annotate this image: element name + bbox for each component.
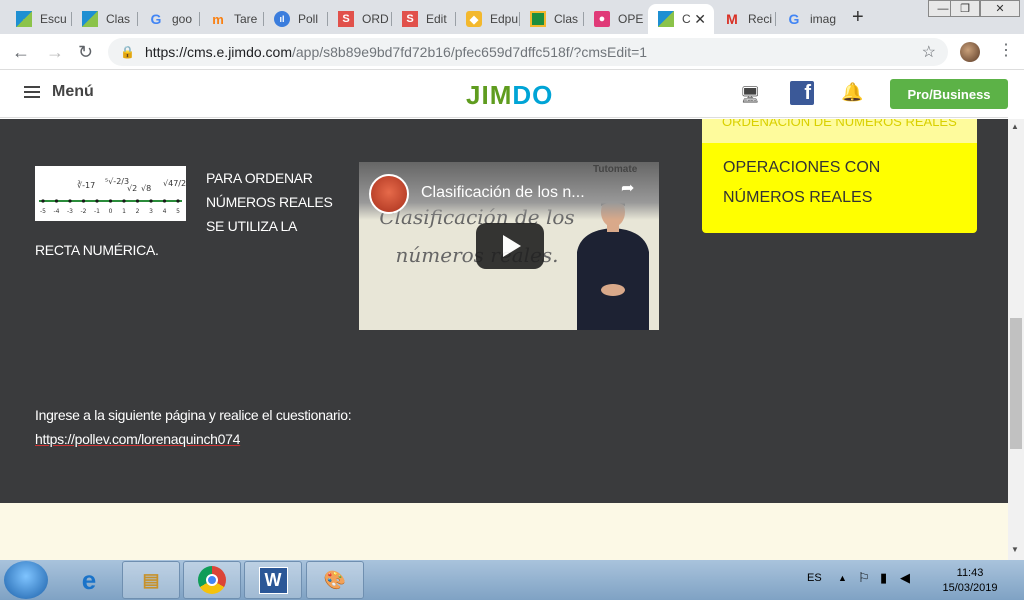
system-tray: ES ▲ ⚐ ▮ ◀ 11:43 15/03/2019 — [800, 560, 1024, 600]
youtube-video-embed[interactable]: Clasificación de los números reales. Cla… — [359, 162, 659, 330]
url-host: https://cms.e.jimdo.com — [144, 44, 292, 60]
start-button[interactable] — [4, 561, 48, 599]
page-content: -5 -4 -3 -2 -1 0 1 2 3 4 5 ∛-17 ⁵√-2/3 √2 √8 √47/2… — [0, 119, 1008, 503]
pro-business-button[interactable]: Pro/Business — [890, 79, 1008, 109]
restore-icon[interactable]: ❐ — [950, 0, 980, 17]
s-icon: S — [402, 11, 418, 27]
s-icon: S — [338, 11, 354, 27]
jimdo-icon — [658, 11, 674, 27]
google-icon: G — [150, 11, 162, 27]
back-icon[interactable]: ← — [12, 42, 30, 63]
quiz-paragraph: Ingrese a la siguiente página y realice … — [35, 407, 352, 447]
share-icon[interactable]: ➦ — [621, 178, 634, 198]
tab-strip: Escu Clas Ggoo m Tare ıl Poll S ORD S Edit ◆… — [0, 0, 1024, 34]
pollev-icon: ıl — [274, 11, 290, 27]
kebab-menu-icon[interactable]: ⋮ — [998, 40, 1014, 60]
language-indicator[interactable]: ES — [807, 572, 822, 584]
scroll-down-icon[interactable]: ▼ — [1011, 545, 1019, 554]
windows-taskbar: e ▤ W 🎨 ES ▲ ⚐ ▮ ◀ 11:43 15/03/2019 — [0, 560, 1024, 600]
word-icon[interactable]: W — [244, 561, 302, 599]
facebook-icon[interactable]: f — [790, 81, 814, 105]
page-footer-area — [0, 503, 1008, 560]
new-tab-icon[interactable]: + — [852, 6, 864, 29]
internet-explorer-icon[interactable]: e — [60, 561, 118, 599]
video-brand: Tutomate — [593, 164, 638, 175]
network-icon[interactable]: ▮ — [880, 570, 887, 586]
browser-tab-active[interactable]: C ✕ — [648, 4, 714, 34]
close-window-icon[interactable]: ✕ — [980, 0, 1020, 17]
browser-tab[interactable]: Gimag — [776, 4, 842, 34]
number-line-paragraph: PARA ORDENAR NÚMEROS REALES SE UTILIZA L… — [35, 170, 333, 258]
browser-tab[interactable]: Clas — [520, 4, 584, 34]
tray-expand-icon[interactable]: ▲ — [838, 573, 847, 583]
browser-tab[interactable]: ● OPE — [584, 4, 648, 34]
action-center-icon[interactable]: ⚐ — [858, 570, 870, 586]
browser-toolbar: ← → ↻ 🔒 https://cms.e.jimdo.com/app/s8b8… — [0, 34, 1024, 70]
jimdo-icon — [16, 11, 32, 27]
clock[interactable]: 11:43 15/03/2019 — [940, 566, 1000, 596]
avatar[interactable] — [960, 42, 980, 62]
google-icon: G — [788, 11, 800, 27]
browser-tab[interactable]: Clas — [72, 4, 138, 34]
sidebar-item-operaciones[interactable]: OPERACIONES CON NÚMEROS REALES — [723, 153, 963, 213]
lock-icon: 🔒 — [120, 45, 135, 59]
sidebar-item-faded[interactable]: ORDENACIÓN DE NÚMEROS REALES — [702, 119, 977, 143]
browser-tab[interactable]: ıl Poll — [264, 4, 328, 34]
jimdo-header: Menú JIMDO 🖥 f 🔔 Pro/Business — [0, 70, 1008, 118]
close-tab-icon[interactable]: ✕ — [694, 11, 706, 28]
file-explorer-icon[interactable]: ▤ — [122, 561, 180, 599]
browser-tab[interactable]: m Tare — [200, 4, 264, 34]
scrollbar[interactable]: ▲ ▼ — [1008, 119, 1024, 560]
browser-tab[interactable]: S Edit — [392, 4, 456, 34]
paint-icon[interactable]: 🎨 — [306, 561, 364, 599]
address-bar[interactable]: 🔒 https://cms.e.jimdo.com/app/s8b89e9bd7… — [108, 38, 948, 66]
browser-tab[interactable]: S ORD — [328, 4, 392, 34]
moodle-icon: m — [212, 11, 224, 27]
gmail-icon: M — [726, 11, 738, 27]
video-title[interactable]: Clasificación de los n... — [421, 184, 585, 202]
bell-icon[interactable]: 🔔 — [841, 82, 863, 103]
scroll-up-icon[interactable]: ▲ — [1011, 122, 1019, 131]
desktop-preview-icon[interactable]: 🖥 — [740, 85, 760, 105]
tomato-logo-icon — [369, 174, 409, 214]
bookmark-star-icon[interactable]: ☆ — [922, 42, 936, 62]
edpuzzle-icon: ◆ — [466, 11, 482, 27]
pollev-link[interactable]: https://pollev.com/lorenaquinch074 — [35, 431, 240, 447]
ope-icon: ● — [594, 11, 610, 27]
play-button[interactable] — [476, 223, 544, 269]
url-path: /app/s8b89e9bd7fd72b16/pfec659d7dffc518f… — [292, 44, 648, 60]
volume-icon[interactable]: ◀ — [900, 570, 910, 586]
browser-tab[interactable]: M Reci — [714, 4, 776, 34]
scroll-thumb[interactable] — [1010, 318, 1022, 449]
browser-tab[interactable]: Ggoo — [138, 4, 200, 34]
browser-tab[interactable]: ◆ Edpu — [456, 4, 520, 34]
forward-icon[interactable]: → — [46, 42, 64, 63]
hamburger-icon — [24, 83, 40, 101]
menu-button[interactable]: Menú — [24, 83, 94, 101]
jimdo-icon — [82, 11, 98, 27]
chrome-icon[interactable] — [183, 561, 241, 599]
browser-tab[interactable]: Escu — [6, 4, 72, 34]
sidebar-nav-box: ORDENACIÓN DE NÚMEROS REALES OPERACIONES… — [702, 119, 977, 233]
reload-icon[interactable]: ↻ — [78, 42, 93, 63]
classroom-icon — [530, 11, 546, 27]
jimdo-logo: JIMDO — [466, 80, 554, 110]
